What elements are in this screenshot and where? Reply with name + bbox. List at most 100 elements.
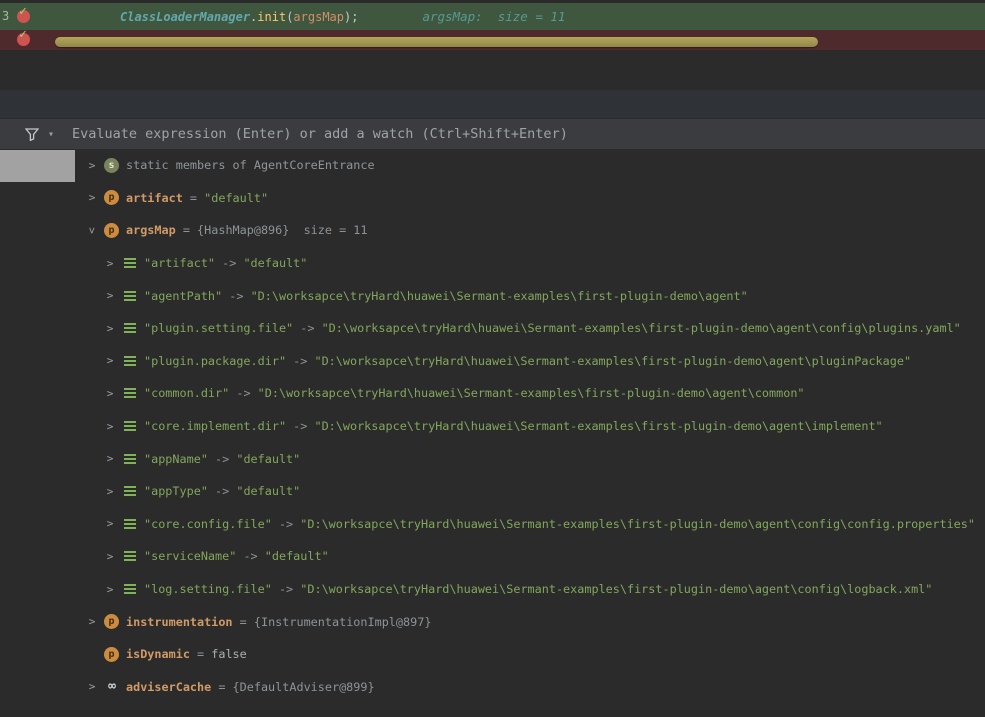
map-entry-row[interactable]: > "agentPath" -> "D:\worksapce\tryHard\h…: [0, 279, 985, 312]
chevron-right-icon[interactable]: >: [102, 289, 118, 302]
chevron-right-icon[interactable]: >: [102, 550, 118, 563]
entry-value: "D:\worksapce\tryHard\huawei\Sermant-exa…: [300, 582, 932, 596]
map-entry-icon: [122, 256, 137, 271]
entry-value: "default": [243, 256, 307, 270]
entry-arrow: ->: [236, 549, 264, 563]
static-members-icon: s: [104, 158, 119, 173]
chevron-right-icon[interactable]: >: [102, 387, 118, 400]
map-entry-row[interactable]: > "core.implement.dir" -> "D:\worksapce\…: [0, 410, 985, 443]
tree-row-static-members[interactable]: > s static members of AgentCoreEntrance: [0, 149, 985, 182]
variable-name: argsMap: [126, 223, 176, 237]
map-entry-row[interactable]: > "appName" -> "default": [0, 442, 985, 475]
entry-arrow: ->: [208, 452, 236, 466]
entry-arrow: ->: [272, 582, 300, 596]
map-entry-row[interactable]: > "common.dir" -> "D:\worksapce\tryHard\…: [0, 377, 985, 410]
map-entry-row[interactable]: > "log.setting.file" -> "D:\worksapce\tr…: [0, 573, 985, 606]
variable-name: adviserCache: [126, 680, 211, 694]
entry-arrow: ->: [272, 517, 300, 531]
entry-arrow: ->: [215, 256, 243, 270]
chevron-right-icon[interactable]: >: [84, 159, 100, 172]
entry-key: "appName": [144, 452, 208, 466]
editor-current-execution-line[interactable]: 3 ✓ ClassLoaderManager.init(argsMap);arg…: [0, 3, 985, 30]
object-reference: {DefaultAdviser@899}: [233, 680, 375, 694]
equals-sign: =: [190, 647, 211, 661]
row-text: "appType" -> "default": [144, 484, 300, 498]
map-entry-icon: [122, 353, 137, 368]
map-entry-row[interactable]: > "appType" -> "default": [0, 475, 985, 508]
map-entry-icon: [122, 484, 137, 499]
code-token-paren-close: );: [344, 10, 358, 24]
chevron-right-icon[interactable]: >: [102, 583, 118, 596]
chevron-expanded-icon[interactable]: >: [86, 222, 99, 238]
equals-sign: =: [176, 223, 197, 237]
row-text: "core.config.file" -> "D:\worksapce\tryH…: [144, 517, 975, 531]
map-entry-row[interactable]: > "core.config.file" -> "D:\worksapce\tr…: [0, 508, 985, 541]
entry-value: "D:\worksapce\tryHard\huawei\Sermant-exa…: [314, 419, 882, 433]
editor-breakpoint-line[interactable]: ✓: [0, 30, 985, 50]
horizontal-scrollbar-thumb[interactable]: [55, 37, 818, 47]
entry-arrow: ->: [222, 289, 250, 303]
variables-tree: > s static members of AgentCoreEntrance …: [0, 149, 985, 717]
row-text: artifact = "default": [126, 191, 268, 205]
breakpoint-check-icon: ✓: [19, 4, 27, 19]
tree-row-argsmap[interactable]: > p argsMap = {HashMap@896} size = 11: [0, 214, 985, 247]
property-icon: p: [104, 190, 119, 205]
chevron-right-icon[interactable]: >: [102, 322, 118, 335]
entry-key: "log.setting.file": [144, 582, 272, 596]
size-hint: size = 11: [289, 223, 367, 237]
map-entry-icon: [122, 516, 137, 531]
entry-key: "plugin.setting.file": [144, 321, 293, 335]
chevron-right-icon[interactable]: >: [102, 452, 118, 465]
filter-icon[interactable]: [25, 128, 39, 141]
map-entry-row[interactable]: > "artifact" -> "default": [0, 247, 985, 280]
map-entry-icon: [122, 419, 137, 434]
chevron-right-icon[interactable]: >: [102, 354, 118, 367]
entry-key: "plugin.package.dir": [144, 354, 286, 368]
entry-key: "common.dir": [144, 386, 229, 400]
object-reference: {HashMap@896}: [197, 223, 289, 237]
row-text: static members of AgentCoreEntrance: [126, 158, 375, 172]
entry-key: "agentPath": [144, 289, 222, 303]
breakpoint-icon[interactable]: ✓: [17, 10, 30, 23]
map-entry-icon: [122, 582, 137, 597]
object-reference: {InstrumentationImpl@897}: [254, 615, 432, 629]
entry-key: "artifact": [144, 256, 215, 270]
chevron-right-icon[interactable]: >: [84, 191, 100, 204]
entry-arrow: ->: [208, 484, 236, 498]
code-token-method: init: [257, 10, 286, 24]
row-text: "artifact" -> "default": [144, 256, 307, 270]
tree-row-artifact[interactable]: > p artifact = "default": [0, 182, 985, 215]
entry-key: "appType": [144, 484, 208, 498]
tree-row-advisercache[interactable]: > ∞ adviserCache = {DefaultAdviser@899}: [0, 671, 985, 704]
map-entry-row[interactable]: > "plugin.setting.file" -> "D:\worksapce…: [0, 312, 985, 345]
row-text: argsMap = {HashMap@896} size = 11: [126, 223, 368, 237]
chevron-right-icon[interactable]: >: [102, 485, 118, 498]
row-text: adviserCache = {DefaultAdviser@899}: [126, 680, 375, 694]
chevron-down-icon[interactable]: ▾: [48, 129, 54, 140]
property-icon: p: [104, 647, 119, 662]
chevron-right-icon[interactable]: >: [102, 517, 118, 530]
chevron-right-icon[interactable]: >: [102, 420, 118, 433]
row-text: "appName" -> "default": [144, 452, 300, 466]
line-number: 3: [2, 3, 9, 30]
entry-value: "default": [265, 549, 329, 563]
map-entry-row[interactable]: > "serviceName" -> "default": [0, 540, 985, 573]
entry-value: "D:\worksapce\tryHard\huawei\Sermant-exa…: [322, 321, 961, 335]
chevron-right-icon[interactable]: >: [84, 680, 100, 693]
breakpoint-check-icon: ✓: [19, 27, 27, 42]
map-entry-icon: [122, 321, 137, 336]
static-members-label: static members of AgentCoreEntrance: [126, 158, 375, 172]
row-text: "plugin.package.dir" -> "D:\worksapce\tr…: [144, 354, 911, 368]
breakpoint-icon[interactable]: ✓: [17, 33, 30, 46]
code-token-argument: argsMap: [293, 10, 344, 24]
tree-row-isdynamic[interactable]: p isDynamic = false: [0, 638, 985, 671]
frames-panel-selected-row[interactable]: [0, 150, 75, 182]
inline-debugger-hint: argsMap: size = 11: [422, 9, 565, 24]
evaluate-expression-input[interactable]: [72, 126, 985, 142]
entry-key: "core.config.file": [144, 517, 272, 531]
chevron-right-icon[interactable]: >: [102, 257, 118, 270]
chevron-right-icon[interactable]: >: [84, 615, 100, 628]
map-entry-row[interactable]: > "plugin.package.dir" -> "D:\worksapce\…: [0, 345, 985, 378]
entry-value: "D:\worksapce\tryHard\huawei\Sermant-exa…: [300, 517, 975, 531]
tree-row-instrumentation[interactable]: > p instrumentation = {InstrumentationIm…: [0, 605, 985, 638]
